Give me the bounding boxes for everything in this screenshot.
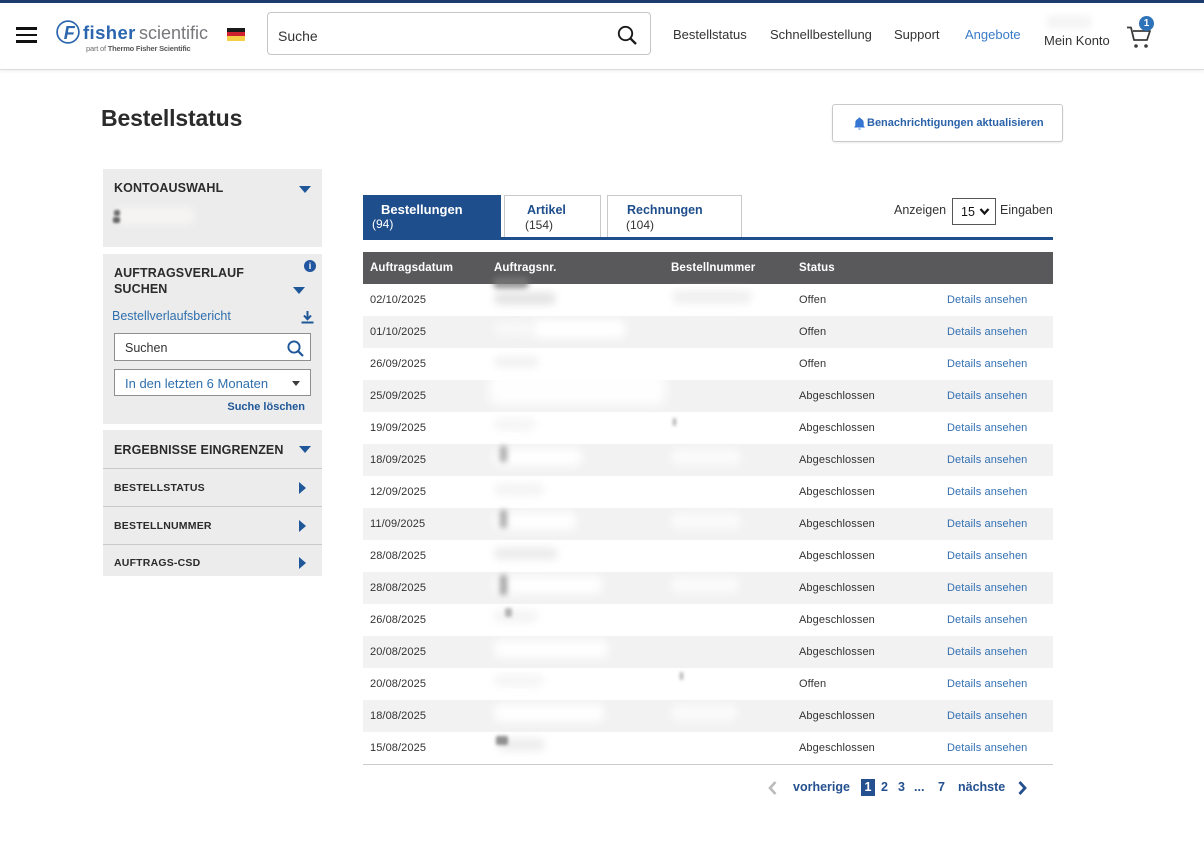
svg-text:F: F (64, 23, 76, 43)
